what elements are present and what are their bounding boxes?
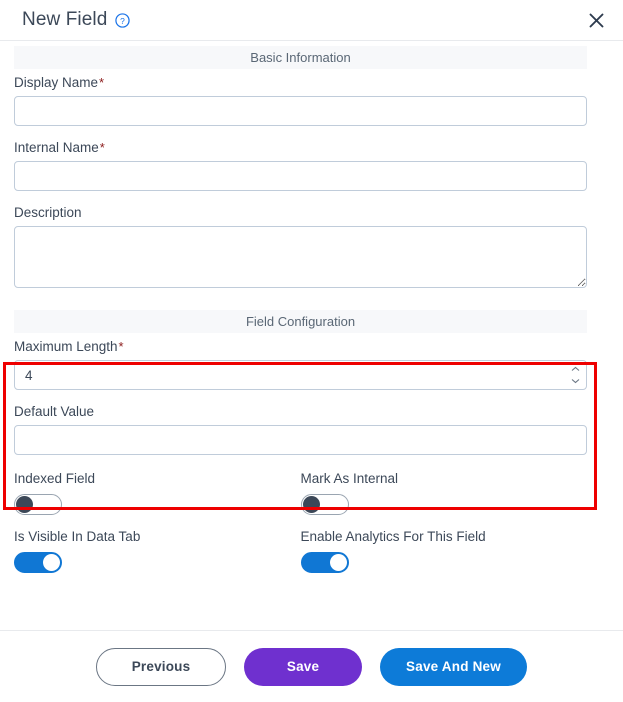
is-visible-in-data-tab-switch[interactable] [14,552,62,573]
required-marker: * [99,75,105,90]
indexed-field-switch[interactable] [14,494,62,515]
toggle-label: Indexed Field [14,471,96,486]
field-default-value: Default Value [14,404,587,455]
toggle-mark-as-internal: Mark As Internal [300,471,588,515]
maximum-length-label-text: Maximum Length [14,339,118,354]
toggle-label: Enable Analytics For This Field [300,529,486,544]
maximum-length-field-wrap [14,360,587,390]
toggle-options-grid: Indexed Field Mark As Internal Is Visibl… [14,471,587,587]
internal-name-label: Internal Name* [14,140,587,155]
default-value-label: Default Value [14,404,95,419]
display-name-label: Display Name* [14,75,587,90]
toggle-indexed-field: Indexed Field [14,471,301,515]
chevron-down-icon [571,379,580,384]
switch-knob [329,554,347,571]
internal-name-input[interactable] [14,161,587,191]
modal-footer: Previous Save Save And New [0,631,623,702]
display-name-input[interactable] [14,96,587,126]
save-and-new-button[interactable]: Save And New [380,647,527,686]
section-header-field-configuration: Field Configuration [14,310,587,333]
toggle-is-visible-in-data-tab: Is Visible In Data Tab [14,529,301,573]
save-button[interactable]: Save [244,647,363,686]
description-label: Description [14,205,82,220]
number-spinner[interactable] [571,366,580,384]
maximum-length-label: Maximum Length* [14,339,587,354]
display-name-label-text: Display Name [14,75,99,90]
switch-knob [43,554,60,571]
section-header-basic-information: Basic Information [14,46,587,69]
close-icon[interactable] [583,7,609,33]
new-field-form: Basic Information Display Name* Internal… [0,41,623,587]
switch-knob [16,496,33,513]
mark-as-internal-switch[interactable] [300,494,349,515]
default-value-input[interactable] [14,425,587,455]
toggle-label: Is Visible In Data Tab [14,529,141,544]
modal-header: New Field ? [0,0,623,41]
field-description: Description [14,205,587,288]
help-circle-icon[interactable]: ? [115,12,131,28]
required-marker: * [118,339,124,354]
required-marker: * [99,140,105,155]
internal-name-label-text: Internal Name [14,140,99,155]
toggle-enable-analytics: Enable Analytics For This Field [300,529,588,573]
modal-body: Basic Information Display Name* Internal… [0,41,623,631]
enable-analytics-switch[interactable] [300,552,349,573]
svg-text:?: ? [121,15,126,25]
field-internal-name: Internal Name* [14,140,587,191]
page-title: New Field [22,9,108,30]
toggle-label: Mark As Internal [300,471,399,486]
chevron-up-icon [571,366,580,371]
field-maximum-length: Maximum Length* [14,339,587,390]
maximum-length-input[interactable] [14,360,587,390]
description-textarea[interactable] [14,226,587,288]
previous-button[interactable]: Previous [96,647,227,686]
field-display-name: Display Name* [14,75,587,126]
switch-knob [302,496,320,513]
